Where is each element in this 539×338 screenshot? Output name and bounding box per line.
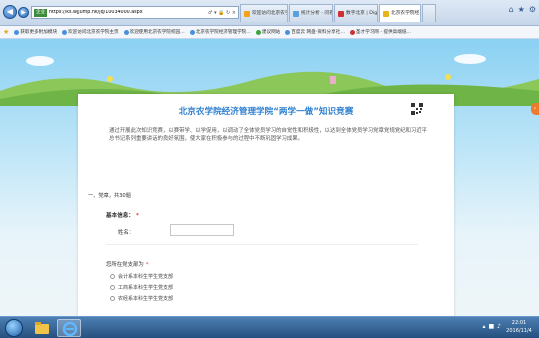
favorite-label: 欢迎使用北京农学院校园… xyxy=(129,30,185,35)
gear-icon[interactable]: ⚙ xyxy=(529,5,536,14)
favorite-item[interactable]: 欢迎使用北京农学院校园… xyxy=(123,29,185,35)
favorite-label: 圣才学习网 - 提供高端纸… xyxy=(355,30,412,35)
required-mark: * xyxy=(145,262,149,268)
clock-time: 22:01 xyxy=(511,320,527,326)
star-icon[interactable]: ★ xyxy=(518,5,525,14)
favorite-icon xyxy=(349,29,355,35)
name-label: 姓名： xyxy=(118,230,135,236)
name-input[interactable] xyxy=(170,224,234,236)
favorite-icon xyxy=(14,29,20,35)
start-button[interactable] xyxy=(5,319,23,337)
system-tray: ▴ ■ ♪ xyxy=(482,323,501,330)
question-label: 您所在党支部为 * xyxy=(106,260,148,268)
taskbar-app-active[interactable] xyxy=(57,319,81,337)
favorite-item[interactable]: 百度云 网盘-资料分享社… xyxy=(285,29,345,35)
favorite-label: 北京农学院经济管理学院… xyxy=(195,30,251,35)
favorites-star-icon[interactable]: ★ xyxy=(3,28,9,36)
radio-button[interactable] xyxy=(110,296,115,301)
taskbar-app[interactable] xyxy=(30,319,54,337)
survey-card: 北京农学院经济管理学院“两学一做”知识竞赛 通过开展此次知识竞赛，以赛带学、以学… xyxy=(78,94,454,316)
favorite-icon xyxy=(123,29,129,35)
tab-active[interactable]: 北京农学院经…× xyxy=(379,4,421,22)
page-content: 北京农学院经济管理学院“两学一做”知识竞赛 通过开展此次知识竞赛，以赛带学、以学… xyxy=(0,39,539,316)
tab[interactable]: 欢迎访问北京农学… xyxy=(240,4,288,22)
ie-icon xyxy=(62,321,78,337)
tab-favicon-icon xyxy=(338,10,344,17)
favorite-icon xyxy=(189,29,195,35)
folder-icon xyxy=(35,322,49,334)
forward-button[interactable]: ▶ xyxy=(18,7,29,18)
divider xyxy=(106,244,418,245)
basic-info-label: 基本信息： * xyxy=(106,211,139,219)
survey-intro: 通过开展此次知识竞赛，以赛带学、以学促用，以调动了全体党员学习的自觉性和积极性，… xyxy=(109,128,428,143)
address-bar[interactable]: 企业 https://ks.wjjump.hk/jq/10034000.aspx… xyxy=(31,6,239,19)
tray-app-icon[interactable]: ■ xyxy=(488,323,494,330)
favorite-item[interactable]: 圣才学习网 - 提供高端纸… xyxy=(349,29,412,35)
tab-strip: 欢迎访问北京农学… 统计分析 - 问卷… 数字北京 | Digital… 北京农… xyxy=(240,4,436,22)
option-label: 农经系本科生学生党支部 xyxy=(118,296,174,302)
browser-icons: ⌂ ★ ⚙ xyxy=(509,5,536,14)
favorites-bar: ★ 获取更多附加模块 欢迎访问北京农学院主页 欢迎使用北京农学院校园… 北京农学… xyxy=(0,26,539,39)
home-icon[interactable]: ⌂ xyxy=(509,5,514,14)
radio-option[interactable]: 工商系本科生学生党支部 xyxy=(110,284,173,291)
url-text[interactable]: https://ks.wjjump.hk/jq/10034000.aspx xyxy=(49,10,206,15)
taskbar: ▴ ■ ♪ 22:01 2016/11/4 xyxy=(0,316,539,338)
required-mark: * xyxy=(135,213,139,219)
address-bar-tools[interactable]: ♂ ▾ 🔒 ↻ × xyxy=(208,10,238,16)
tab-favicon-icon xyxy=(244,10,250,17)
back-button[interactable]: ◀ xyxy=(3,5,17,19)
tab-label: 统计分析 - 问卷… xyxy=(301,10,332,16)
radio-option[interactable]: 会计系本科生学生党支部 xyxy=(110,273,173,280)
favorite-label: 建议网站 xyxy=(261,30,281,35)
option-label: 工商系本科生学生党支部 xyxy=(118,285,174,291)
tray-volume-icon[interactable]: ♪ xyxy=(497,323,501,330)
favorite-label: 百度云 网盘-资料分享社… xyxy=(291,30,345,35)
tab[interactable]: 数字北京 | Digital… xyxy=(334,4,378,22)
browser-toolbar: ◀ ▶ 企业 https://ks.wjjump.hk/jq/10034000.… xyxy=(0,0,539,26)
qr-code-icon[interactable] xyxy=(411,103,423,115)
tab-label: 北京农学院经… xyxy=(391,10,421,16)
favorite-icon xyxy=(255,29,261,35)
option-label: 会计系本科生学生党支部 xyxy=(118,274,174,280)
favorite-item[interactable]: 建议网站 xyxy=(255,29,281,35)
section-header: 一、党章，共30题 xyxy=(88,193,131,199)
clock-date: 2016/11/4 xyxy=(506,328,532,334)
favorite-label: 欢迎访问北京农学院主页 xyxy=(68,30,119,35)
tab-label: 欢迎访问北京农学… xyxy=(252,10,287,16)
radio-button[interactable] xyxy=(110,285,115,290)
tab-favicon-icon xyxy=(293,10,299,17)
question-text: 您所在党支部为 xyxy=(106,262,144,268)
side-float-button[interactable]: › xyxy=(531,103,539,115)
basic-info-text: 基本信息： xyxy=(106,213,134,219)
radio-option[interactable]: 农经系本科生学生党支部 xyxy=(110,295,173,302)
favorite-icon xyxy=(285,29,291,35)
tab[interactable]: 统计分析 - 问卷… xyxy=(289,4,333,22)
url-badge: 企业 xyxy=(34,8,47,17)
tray-network-icon[interactable]: ▴ xyxy=(482,323,485,330)
favorite-item[interactable]: 欢迎访问北京农学院主页 xyxy=(62,29,119,35)
clock[interactable]: 22:01 2016/11/4 xyxy=(502,319,536,335)
new-tab-button[interactable] xyxy=(422,4,436,22)
favorite-item[interactable]: 北京农学院经济管理学院… xyxy=(189,29,251,35)
favorite-item[interactable]: 获取更多附加模块 xyxy=(14,29,57,35)
favorite-label: 获取更多附加模块 xyxy=(20,30,58,35)
favorite-icon xyxy=(62,29,68,35)
tab-label: 数字北京 | Digital… xyxy=(346,10,378,16)
radio-button[interactable] xyxy=(110,274,115,279)
tab-favicon-icon xyxy=(383,10,389,17)
survey-title: 北京农学院经济管理学院“两学一做”知识竞赛 xyxy=(178,107,354,117)
